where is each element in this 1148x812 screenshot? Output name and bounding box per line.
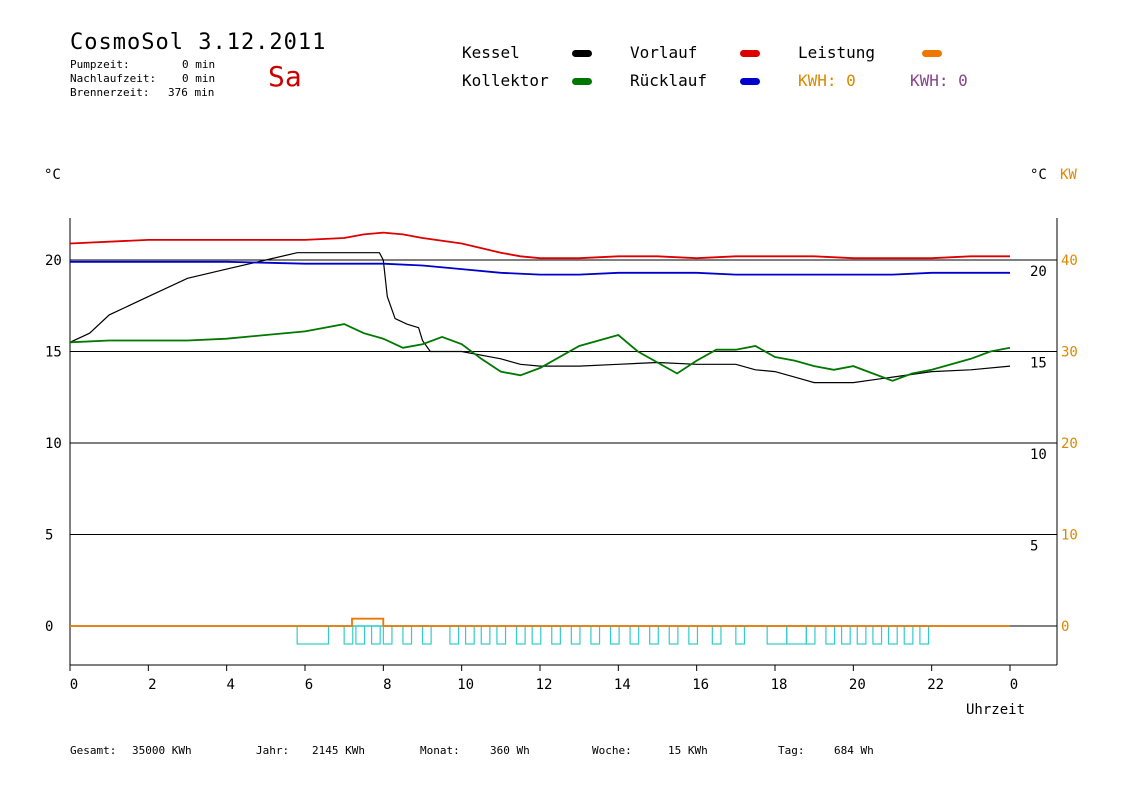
pump-pulse-12 — [531, 625, 542, 645]
pump-pulse-5 — [402, 625, 413, 645]
pump-pulse-21 — [711, 625, 722, 645]
footer-tag-label: Tag: — [778, 744, 805, 757]
footer-woche-label: Woche: — [592, 744, 632, 757]
y-left-tick-20: 20 — [45, 253, 62, 269]
pump-pulse-1 — [343, 625, 354, 645]
temperature-chart: 20 15 10 5 0 20 15 10 5 40 30 20 10 0 0 2 4 6 8 10 12 14 16 18 2… — [45, 218, 1078, 718]
x-tick-label-1: 2 — [148, 677, 156, 693]
footer-jahr-label: Jahr: — [256, 744, 290, 757]
pump-pulse-13 — [551, 625, 561, 645]
pump-pulse-0 — [296, 625, 330, 645]
x-tick-label-6: 12 — [536, 677, 553, 693]
pump-pulse-20 — [688, 625, 699, 645]
x-tick-label-2: 4 — [226, 677, 234, 693]
pump-pulse-22 — [735, 625, 746, 645]
pump-pulse-18 — [649, 625, 659, 645]
y-right2-tick-0: 0 — [1061, 619, 1069, 635]
pump-pulse-11 — [515, 625, 526, 645]
y-right-tick-10: 10 — [1030, 447, 1047, 463]
x-tick-label-12: 0 — [1010, 677, 1018, 693]
x-tick-label-3: 6 — [305, 677, 313, 693]
y-left-tick-15: 15 — [45, 345, 62, 361]
pump-pulse-31 — [903, 625, 914, 645]
x-tick-label-5: 10 — [457, 677, 474, 693]
footer-jahr-value: 2145 KWh — [312, 744, 365, 757]
x-tick-label-4: 8 — [383, 677, 391, 693]
x-axis-label: Uhrzeit — [966, 702, 1025, 718]
pump-pulse-8 — [464, 625, 475, 645]
pump-pulse-26 — [825, 625, 836, 645]
pump-pulse-7 — [449, 625, 460, 645]
pump-pulse-9 — [480, 625, 491, 645]
y-right2-tick-40: 40 — [1061, 253, 1078, 269]
footer-woche-value: 15 KWh — [668, 744, 708, 757]
y-left-tick-10: 10 — [45, 436, 62, 452]
x-tick-label-10: 20 — [849, 677, 866, 693]
y-left-tick-5: 5 — [45, 528, 53, 544]
pump-pulse-32 — [919, 625, 930, 645]
pump-pulse-25 — [805, 625, 816, 645]
pump-pulse-10 — [496, 625, 507, 645]
x-tick-label-9: 18 — [771, 677, 788, 693]
x-tick-label-11: 22 — [927, 677, 944, 693]
pump-pulse-24 — [786, 625, 807, 645]
y-right2-tick-10: 10 — [1061, 528, 1078, 544]
pump-pulse-2 — [355, 625, 366, 645]
footer-monat-value: 360 Wh — [490, 744, 530, 757]
pump-pulse-15 — [590, 625, 601, 645]
footer-gesamt-value: 35000 KWh — [132, 744, 192, 757]
series-line-kollektor — [69, 323, 1011, 382]
pump-pulse-28 — [856, 625, 867, 645]
pump-pulse-6 — [421, 625, 432, 645]
pump-pulse-23 — [766, 625, 788, 645]
y-right2-tick-30: 30 — [1061, 345, 1078, 361]
pump-pulse-16 — [609, 625, 620, 645]
y-right-tick-20: 20 — [1030, 264, 1047, 280]
series-line-vorlauf — [69, 231, 1010, 260]
y-right-tick-15: 15 — [1030, 356, 1047, 372]
pump-pulse-4 — [382, 625, 393, 645]
footer-monat-label: Monat: — [420, 744, 460, 757]
pump-pulse-19 — [668, 625, 679, 645]
y-left-tick-0: 0 — [45, 619, 53, 635]
y-right-tick-5: 5 — [1030, 539, 1038, 555]
x-tick-label-0: 0 — [70, 677, 78, 693]
x-tick-label-8: 16 — [692, 677, 709, 693]
series-line-kessel — [69, 252, 1011, 384]
pump-pulse-30 — [887, 625, 898, 645]
x-tick-label-7: 14 — [614, 677, 631, 693]
pump-pulse-17 — [629, 625, 640, 645]
pump-pulse-14 — [570, 625, 581, 645]
footer-gesamt-label: Gesamt: — [70, 744, 117, 757]
series-line-leistung — [70, 617, 1010, 627]
footer-tag-value: 684 Wh — [834, 744, 874, 757]
y-right2-tick-20: 20 — [1061, 436, 1078, 452]
pump-pulse-27 — [840, 625, 851, 645]
pump-pulse-29 — [872, 625, 883, 645]
pump-pulse-3 — [370, 625, 381, 645]
